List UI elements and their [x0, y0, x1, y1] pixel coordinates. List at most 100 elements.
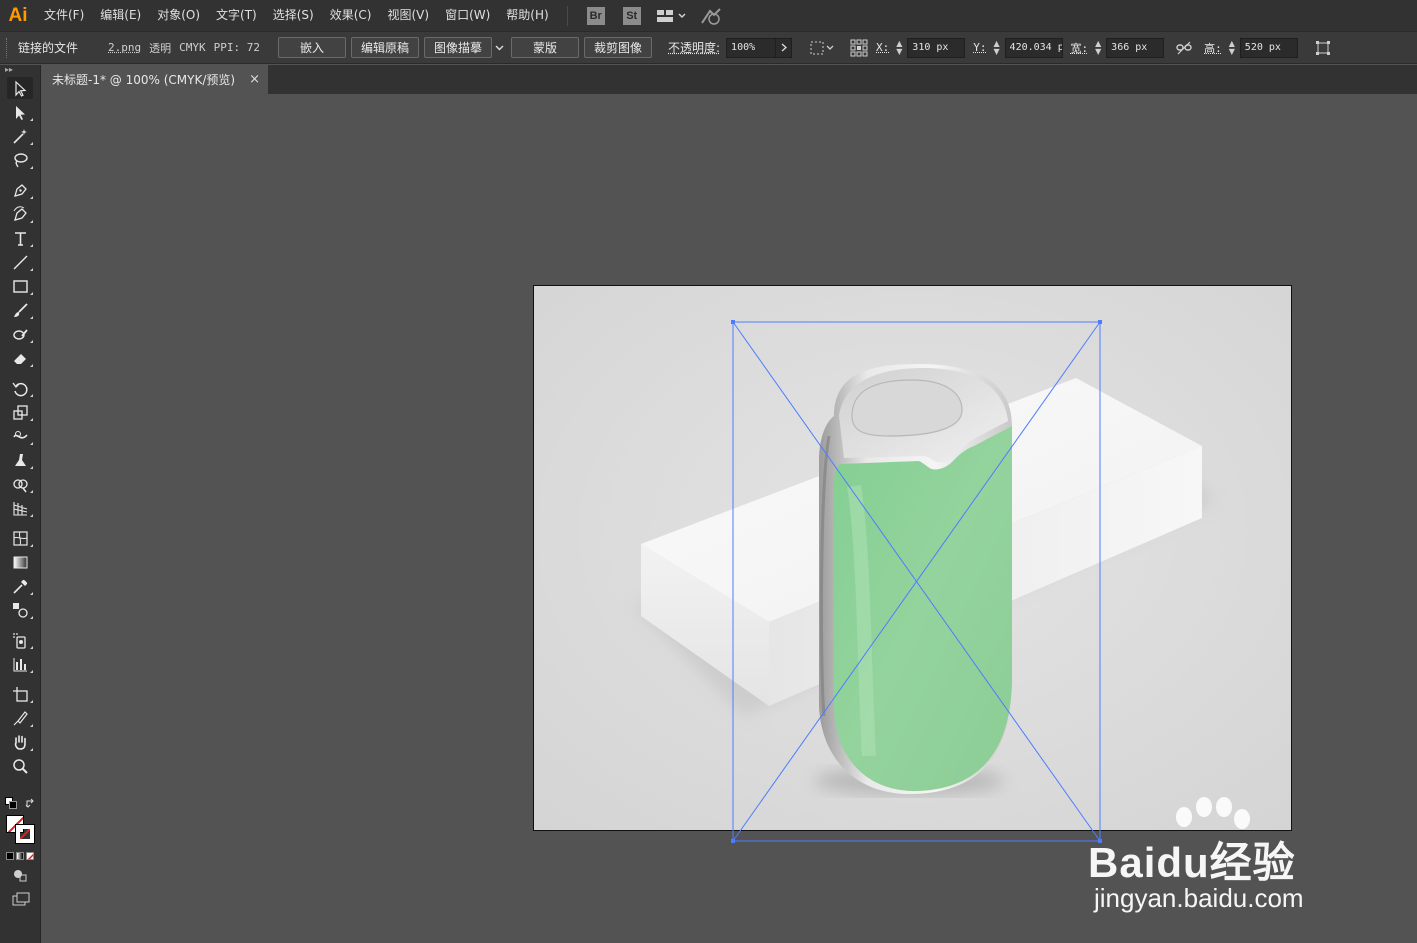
type-tool-icon[interactable] — [7, 227, 33, 249]
image-transparency-info: 透明 — [149, 41, 172, 55]
linked-filename-link[interactable]: 2.png — [108, 41, 141, 54]
selection-handle[interactable] — [1098, 320, 1102, 324]
x-field[interactable]: 310 px — [907, 37, 966, 58]
drawing-mode-icon[interactable] — [12, 868, 28, 885]
linked-file-label: 链接的文件 — [18, 41, 79, 55]
image-color-mode-info: CMYK — [179, 41, 206, 54]
eraser-tool-icon[interactable] — [7, 347, 33, 369]
selection-tool-icon[interactable] — [7, 77, 33, 99]
opacity-expand-icon[interactable] — [776, 37, 793, 58]
artboard-tool-icon[interactable] — [7, 683, 33, 705]
screen-mode-icon[interactable] — [12, 892, 30, 909]
color-mode-solid-icon[interactable] — [6, 852, 14, 860]
close-icon[interactable]: × — [249, 72, 260, 87]
image-bounding-box[interactable] — [731, 320, 1102, 843]
menu-divider — [566, 5, 568, 26]
symbol-sprayer-tool-icon[interactable] — [7, 629, 33, 651]
gpu-performance-icon[interactable] — [700, 7, 722, 25]
menu-bar: Ai 文件(F) 编辑(E) 对象(O) 文字(T) 选择(S) 效果(C) 视… — [0, 0, 1417, 31]
bridge-button[interactable]: Br — [586, 6, 605, 25]
pen-tool-icon[interactable] — [7, 179, 33, 201]
eyedropper-tool-icon[interactable] — [7, 575, 33, 597]
hand-tool-icon[interactable] — [7, 731, 33, 753]
tool-group-gap — [0, 677, 40, 681]
baidu-jingyan-watermark: Baidu经验 jingyan.baidu.com — [1088, 791, 1378, 921]
tool-group-gap — [0, 371, 40, 375]
control-bar: 链接的文件 2.png 透明 CMYK PPI: 72 嵌入 编辑原稿 图像描摹… — [0, 31, 1417, 64]
opacity-label: 不透明度: — [668, 41, 721, 55]
height-label: 高: — [1204, 41, 1222, 55]
selection-handle[interactable] — [731, 839, 735, 843]
tools-panel-collapse-icon[interactable]: ▸▸ — [0, 65, 40, 75]
tool-group-gap — [0, 623, 40, 627]
menu-view[interactable]: 视图(V) — [379, 0, 437, 31]
width-field[interactable]: 366 px — [1106, 37, 1165, 58]
curvature-tool-icon[interactable] — [7, 203, 33, 225]
stock-button[interactable]: St — [622, 6, 641, 25]
menu-type[interactable]: 文字(T) — [208, 0, 265, 31]
paw-logo-icon — [1176, 797, 1250, 829]
stroke-swatch[interactable] — [15, 824, 35, 844]
y-label: Y: — [973, 41, 987, 54]
selection-handle[interactable] — [731, 320, 735, 324]
image-trace-dropdown-icon[interactable] — [492, 37, 506, 58]
scale-tool-icon[interactable] — [7, 401, 33, 423]
menu-file[interactable]: 文件(F) — [36, 0, 92, 31]
height-field[interactable]: 520 px — [1239, 37, 1298, 58]
tools-panel: ▸▸ — [0, 65, 41, 943]
canvas-area[interactable]: Baidu经验 jingyan.baidu.com — [42, 94, 1417, 943]
app-logo: Ai — [8, 4, 28, 26]
warp-tool-icon[interactable] — [7, 425, 33, 447]
gradient-tool-icon[interactable] — [7, 551, 33, 573]
lasso-tool-icon[interactable] — [7, 149, 33, 171]
width-spinner-icon[interactable]: ▲ ▼ — [1092, 38, 1104, 58]
default-colors-icon[interactable] — [5, 797, 17, 809]
menu-effect[interactable]: 效果(C) — [322, 0, 380, 31]
control-bar-grip[interactable] — [6, 37, 12, 58]
constrain-proportions-icon[interactable] — [1176, 41, 1192, 55]
shape-builder-tool-icon[interactable] — [7, 473, 33, 495]
perspective-grid-tool-icon[interactable] — [7, 497, 33, 519]
opacity-field[interactable]: 100% — [726, 37, 777, 58]
color-mode-gradient-icon[interactable] — [16, 852, 24, 860]
mask-button[interactable]: 蒙版 — [511, 37, 579, 58]
menu-help[interactable]: 帮助(H) — [498, 0, 556, 31]
direct-selection-tool-icon[interactable] — [7, 101, 33, 123]
workspace-switcher-icon[interactable] — [656, 9, 686, 23]
transform-icon[interactable] — [1314, 40, 1332, 56]
color-mode-none-icon[interactable] — [26, 852, 34, 860]
x-spinner-icon[interactable]: ▲ ▼ — [893, 38, 905, 58]
paintbrush-tool-icon[interactable] — [7, 299, 33, 321]
image-trace-button[interactable]: 图像描摹 — [424, 37, 492, 58]
edit-original-button[interactable]: 编辑原稿 — [351, 37, 419, 58]
slice-tool-icon[interactable] — [7, 707, 33, 729]
rectangle-tool-icon[interactable] — [7, 275, 33, 297]
watermark-brand: Baidu经验 — [1088, 839, 1296, 886]
puppet-warp-tool-icon[interactable] — [7, 449, 33, 471]
shaper-tool-icon[interactable] — [7, 323, 33, 345]
menu-window[interactable]: 窗口(W) — [437, 0, 498, 31]
swap-colors-icon[interactable] — [25, 798, 36, 812]
width-label: 宽: — [1070, 41, 1089, 55]
magic-wand-tool-icon[interactable] — [7, 125, 33, 147]
embed-button[interactable]: 嵌入 — [278, 37, 346, 58]
document-tab-bar: 未标题-1* @ 100% (CMYK/预览) × — [42, 65, 1417, 94]
color-mode-buttons — [6, 852, 34, 860]
line-segment-tool-icon[interactable] — [7, 251, 33, 273]
x-label: X: — [876, 41, 890, 54]
document-tab[interactable]: 未标题-1* @ 100% (CMYK/预览) × — [42, 65, 268, 94]
y-spinner-icon[interactable]: ▲ ▼ — [991, 38, 1003, 58]
align-selection-icon[interactable] — [810, 40, 836, 56]
height-spinner-icon[interactable]: ▲ ▼ — [1226, 38, 1238, 58]
menu-edit[interactable]: 编辑(E) — [92, 0, 149, 31]
menu-object[interactable]: 对象(O) — [149, 0, 208, 31]
zoom-tool-icon[interactable] — [7, 755, 33, 777]
mesh-tool-icon[interactable] — [7, 527, 33, 549]
column-graph-tool-icon[interactable] — [7, 653, 33, 675]
blend-tool-icon[interactable] — [7, 599, 33, 621]
crop-image-button[interactable]: 裁剪图像 — [584, 37, 652, 58]
y-field[interactable]: 420.034 p — [1004, 37, 1063, 58]
menu-select[interactable]: 选择(S) — [265, 0, 322, 31]
rotate-tool-icon[interactable] — [7, 377, 33, 399]
reference-point-icon[interactable] — [850, 39, 868, 57]
